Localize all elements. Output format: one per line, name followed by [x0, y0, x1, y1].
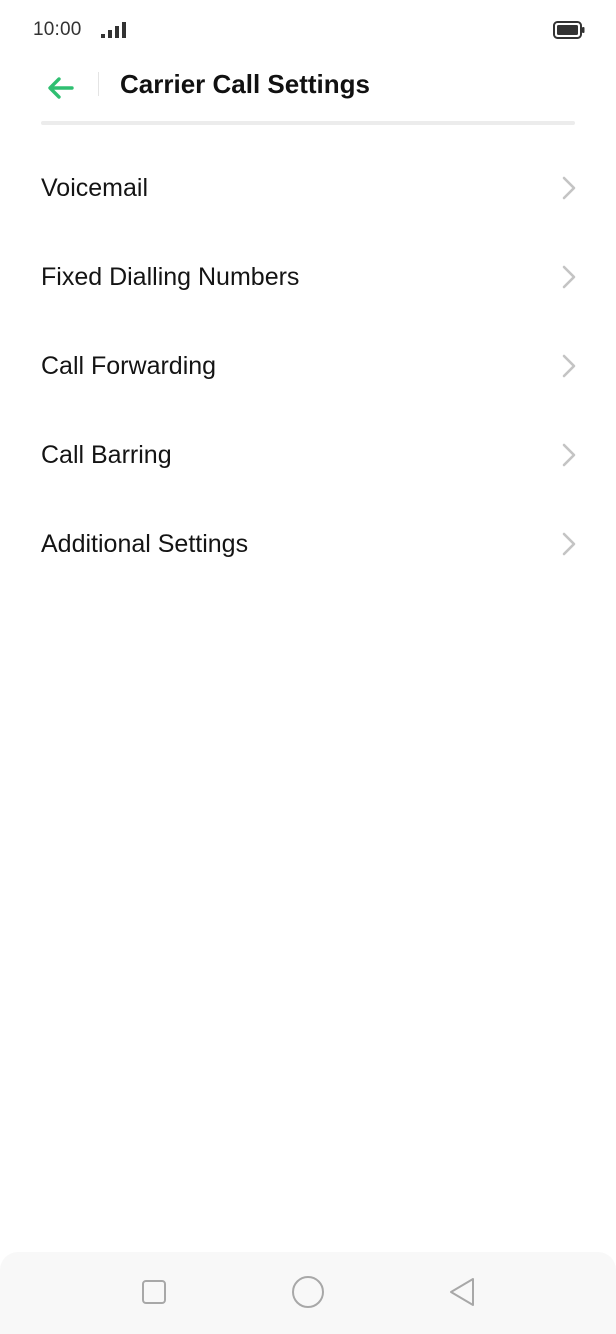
- chevron-right-icon: [558, 264, 578, 290]
- signal-bars-icon: [101, 21, 127, 39]
- battery-full-icon: [553, 20, 585, 40]
- app-header: Carrier Call Settings: [0, 60, 616, 124]
- back-button[interactable]: [36, 66, 84, 114]
- square-icon: [140, 1278, 168, 1311]
- menu-item-additional-settings[interactable]: Additional Settings: [0, 499, 616, 588]
- menu-item-call-forwarding[interactable]: Call Forwarding: [0, 321, 616, 410]
- home-button[interactable]: [288, 1274, 328, 1314]
- settings-menu-list: Voicemail Fixed Dialling Numbers Call Fo…: [0, 143, 616, 588]
- menu-item-label: Additional Settings: [41, 530, 249, 558]
- menu-item-label: Call Barring: [41, 441, 172, 469]
- chevron-right-icon: [558, 442, 578, 468]
- chevron-right-icon: [558, 531, 578, 557]
- menu-item-voicemail[interactable]: Voicemail: [0, 143, 616, 232]
- recents-button[interactable]: [134, 1274, 174, 1314]
- menu-item-call-barring[interactable]: Call Barring: [0, 410, 616, 499]
- menu-item-label: Voicemail: [41, 174, 148, 202]
- chevron-right-icon: [558, 175, 578, 201]
- system-navigation-bar: [0, 1252, 616, 1334]
- status-time: 10:00: [33, 19, 82, 40]
- menu-item-fixed-dialling-numbers[interactable]: Fixed Dialling Numbers: [0, 232, 616, 321]
- triangle-back-icon: [447, 1276, 477, 1313]
- header-separator: [41, 121, 575, 125]
- system-back-button[interactable]: [442, 1274, 482, 1314]
- header-divider: [98, 72, 99, 96]
- menu-item-label: Fixed Dialling Numbers: [41, 263, 300, 291]
- page-title: Carrier Call Settings: [120, 69, 370, 99]
- status-bar: 10:00: [0, 0, 616, 60]
- arrow-left-icon: [45, 76, 75, 105]
- menu-item-label: Call Forwarding: [41, 352, 217, 380]
- circle-icon: [291, 1275, 325, 1314]
- chevron-right-icon: [558, 353, 578, 379]
